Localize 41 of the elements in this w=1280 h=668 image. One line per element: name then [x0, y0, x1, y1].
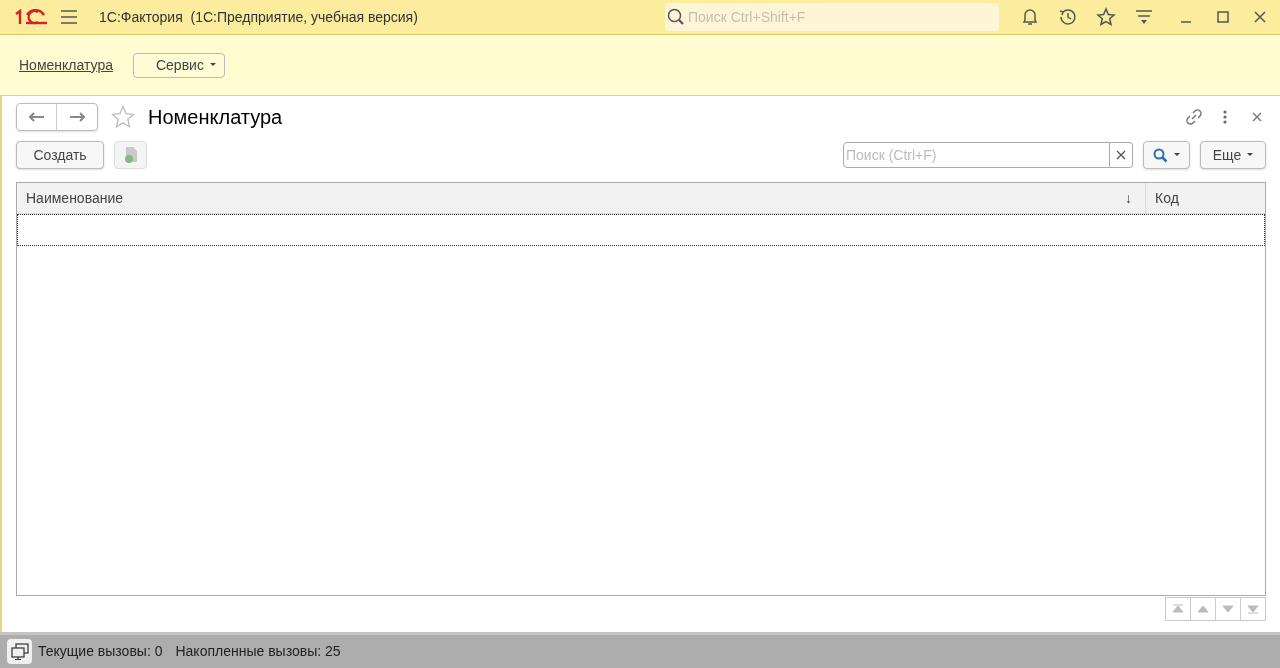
- favorite-star-icon[interactable]: [110, 104, 136, 130]
- link-icon[interactable]: [1184, 107, 1204, 127]
- scroll-bottom-icon: [1246, 603, 1260, 615]
- close-icon: [1116, 150, 1126, 160]
- caret-icon: [1174, 153, 1180, 157]
- close-icon[interactable]: [1254, 11, 1266, 23]
- sort-arrow: ↓: [1125, 188, 1132, 208]
- more-button[interactable]: Еще: [1200, 141, 1266, 169]
- section-dropdown[interactable]: Сервис: [132, 52, 225, 78]
- monitor-icon[interactable]: [7, 639, 32, 664]
- left-arrow-icon: [28, 112, 45, 122]
- create-button[interactable]: Создать: [16, 141, 104, 169]
- maximize-icon[interactable]: [1217, 11, 1229, 23]
- search-icon: [667, 8, 685, 26]
- right-arrow-icon: [69, 112, 85, 122]
- section-link[interactable]: Номенклатура: [19, 54, 113, 76]
- bell-icon[interactable]: [1020, 7, 1040, 27]
- scroll-down-icon: [1221, 603, 1235, 615]
- window-title: 1С:Фактория (1С:Предприятие, учебная версия): [99, 7, 418, 27]
- search-button[interactable]: [1143, 141, 1190, 169]
- document-add-icon: [123, 146, 138, 164]
- menu-icon[interactable]: [61, 10, 77, 24]
- search-field[interactable]: Поиск Ctrl+Shift+F: [665, 3, 999, 31]
- table-row[interactable]: [17, 214, 1265, 246]
- caret-icon: [209, 63, 216, 67]
- column-header[interactable]: Код: [1145, 183, 1265, 213]
- accumulated-calls: Накопленные вызовы: 25: [175, 642, 341, 661]
- current-calls: Текущие вызовы: 0: [38, 642, 163, 661]
- scroll-top-icon: [1171, 603, 1185, 615]
- history-icon[interactable]: [1058, 7, 1078, 27]
- close-icon[interactable]: [1252, 112, 1262, 122]
- star-icon[interactable]: [1096, 7, 1116, 27]
- list-search-field[interactable]: Поиск (Ctrl+F): [843, 142, 1110, 168]
- more-vertical-icon[interactable]: [1223, 110, 1227, 124]
- logo-icon: [14, 9, 48, 25]
- form-title: Номенклатура: [148, 105, 283, 130]
- column-header[interactable]: Наименование ↓: [17, 183, 1145, 213]
- caret-icon: [1247, 153, 1254, 157]
- scroll-up-icon: [1196, 603, 1210, 615]
- search-icon: [1153, 147, 1168, 163]
- clear-button[interactable]: [1110, 142, 1133, 168]
